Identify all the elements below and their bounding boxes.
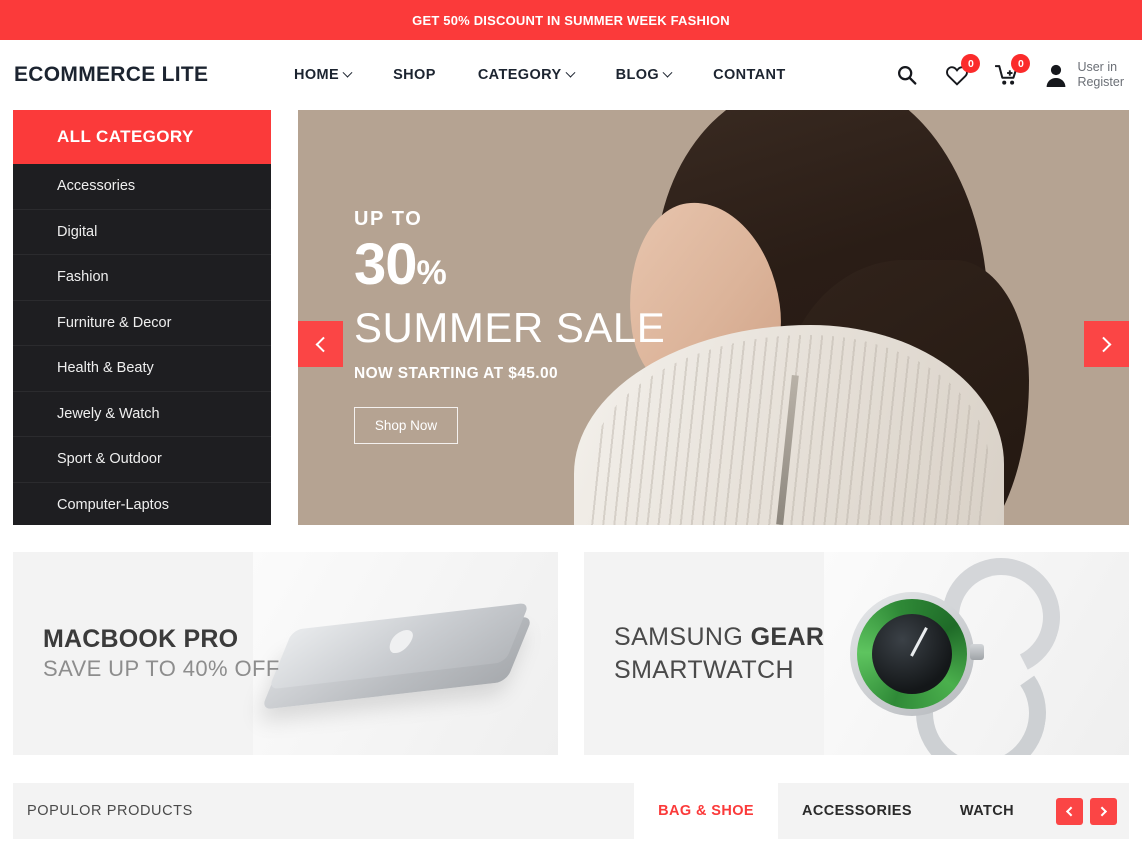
- chevron-down-icon: [662, 67, 673, 78]
- user-line-1: User in: [1077, 60, 1118, 74]
- smartwatch-image: [823, 552, 1129, 755]
- products-next-button[interactable]: [1090, 797, 1117, 825]
- nav-label: BLOG: [615, 67, 660, 83]
- cart-button[interactable]: 0: [993, 54, 1031, 90]
- promo-text-smartwatch: SAMSUNG GEAR SMARTWATCH: [584, 621, 824, 686]
- announcement-text: GET 50% DISCOUNT IN SUMMER WEEK FASHION: [412, 12, 730, 28]
- cart-badge: 0: [1011, 54, 1031, 73]
- main-navigation: HOME SHOP CATEGORY BLOG CONTANT: [294, 67, 786, 83]
- wishlist-badge: 0: [961, 54, 981, 73]
- hero-percent-symbol: %: [416, 254, 447, 292]
- promo-subtitle: SAVE UP TO 40% OFF: [43, 655, 280, 681]
- chevron-left-icon: [315, 336, 332, 352]
- nav-label: SHOP: [393, 67, 436, 83]
- product-category-tabs: BAG & SHOE ACCESSORIES WATCH: [634, 783, 1129, 839]
- hero-slider: UP TO 30% SUMMER SALE NOW STARTING AT $4…: [298, 110, 1129, 525]
- nav-label: HOME: [294, 67, 340, 83]
- sidebar-item-fashion[interactable]: Fashion: [13, 255, 271, 301]
- tab-accessories[interactable]: ACCESSORIES: [778, 783, 936, 839]
- sidebar-item-health-beaty[interactable]: Health & Beaty: [13, 346, 271, 392]
- user-account-button[interactable]: User in Register: [1043, 60, 1124, 90]
- watch-crown-shape: [969, 644, 984, 660]
- sidebar-item-digital[interactable]: Digital: [13, 210, 271, 255]
- popular-products-bar: POPULOR PRODUCTS BAG & SHOE ACCESSORIES …: [13, 783, 1129, 839]
- products-prev-button[interactable]: [1056, 797, 1083, 825]
- search-icon: [898, 66, 917, 85]
- hero-prev-button[interactable]: [298, 321, 343, 367]
- chevron-right-icon: [1097, 806, 1108, 816]
- nav-item-home[interactable]: HOME: [294, 67, 353, 83]
- main-content: ALL CATEGORY Accessories Digital Fashion…: [0, 110, 1142, 525]
- user-icon: [1047, 64, 1066, 87]
- sidebar-item-furniture-decor[interactable]: Furniture & Decor: [13, 301, 271, 346]
- site-logo[interactable]: ECOMMERCE LITE: [14, 63, 282, 87]
- promo-banners: MACBOOK PRO SAVE UP TO 40% OFF SAMSUNG G…: [0, 525, 1142, 755]
- category-sidebar: ALL CATEGORY Accessories Digital Fashion…: [13, 110, 271, 525]
- sidebar-item-sport-outdoor[interactable]: Sport & Outdoor: [13, 437, 271, 483]
- promo-title-bold: GEAR: [750, 623, 825, 651]
- sidebar-heading[interactable]: ALL CATEGORY: [13, 110, 271, 164]
- chevron-down-icon: [342, 67, 353, 78]
- wishlist-button[interactable]: 0: [943, 54, 981, 90]
- hero-copy: UP TO 30% SUMMER SALE NOW STARTING AT $4…: [354, 208, 665, 444]
- nav-label: CONTANT: [713, 67, 786, 83]
- nav-item-contant[interactable]: CONTANT: [713, 67, 786, 83]
- header-actions: 0 0 User in Register: [893, 54, 1128, 90]
- tab-bag-and-shoe[interactable]: BAG & SHOE: [634, 783, 778, 839]
- chevron-left-icon: [1065, 806, 1076, 816]
- nav-item-shop[interactable]: SHOP: [393, 67, 436, 83]
- sidebar-item-computer-laptos[interactable]: Computer-Laptos: [13, 483, 271, 529]
- search-button[interactable]: [893, 60, 921, 90]
- hero-percent: 30%: [354, 236, 665, 294]
- sidebar-item-accessories[interactable]: Accessories: [13, 164, 271, 210]
- promo-title-light: SAMSUNG: [614, 623, 751, 651]
- promo-text-macbook: MACBOOK PRO SAVE UP TO 40% OFF: [13, 624, 280, 684]
- site-header: ECOMMERCE LITE HOME SHOP CATEGORY BLOG C…: [0, 40, 1142, 110]
- nav-item-blog[interactable]: BLOG: [615, 67, 673, 83]
- shop-now-button[interactable]: Shop Now: [354, 406, 458, 444]
- promo-subtitle: SMARTWATCH: [614, 655, 794, 684]
- hero-headline: SUMMER SALE: [354, 303, 666, 351]
- promo-banner-macbook[interactable]: MACBOOK PRO SAVE UP TO 40% OFF: [13, 552, 558, 755]
- sidebar-item-jewely-watch[interactable]: Jewely & Watch: [13, 392, 271, 437]
- user-account-label: User in Register: [1077, 60, 1124, 90]
- chevron-down-icon: [565, 67, 576, 78]
- hero-next-button[interactable]: [1084, 321, 1129, 367]
- nav-label: CATEGORY: [477, 67, 562, 83]
- product-carousel-navs: [1038, 797, 1129, 825]
- hero-subline: NOW STARTING AT $45.00: [354, 364, 559, 382]
- hero-upto-text: UP TO: [354, 208, 423, 230]
- promo-title: SAMSUNG GEAR: [614, 621, 824, 654]
- macbook-pro-image: [252, 552, 558, 755]
- user-line-2: Register: [1077, 75, 1124, 89]
- promo-banner-smartwatch[interactable]: SAMSUNG GEAR SMARTWATCH: [584, 552, 1129, 755]
- chevron-right-icon: [1095, 336, 1112, 352]
- hero-percent-value: 30: [354, 232, 418, 297]
- nav-item-category[interactable]: CATEGORY: [477, 67, 576, 83]
- tab-watch[interactable]: WATCH: [936, 783, 1038, 839]
- announcement-bar: GET 50% DISCOUNT IN SUMMER WEEK FASHION: [0, 0, 1142, 40]
- promo-title: MACBOOK PRO: [43, 624, 239, 653]
- popular-products-title: POPULOR PRODUCTS: [27, 803, 193, 819]
